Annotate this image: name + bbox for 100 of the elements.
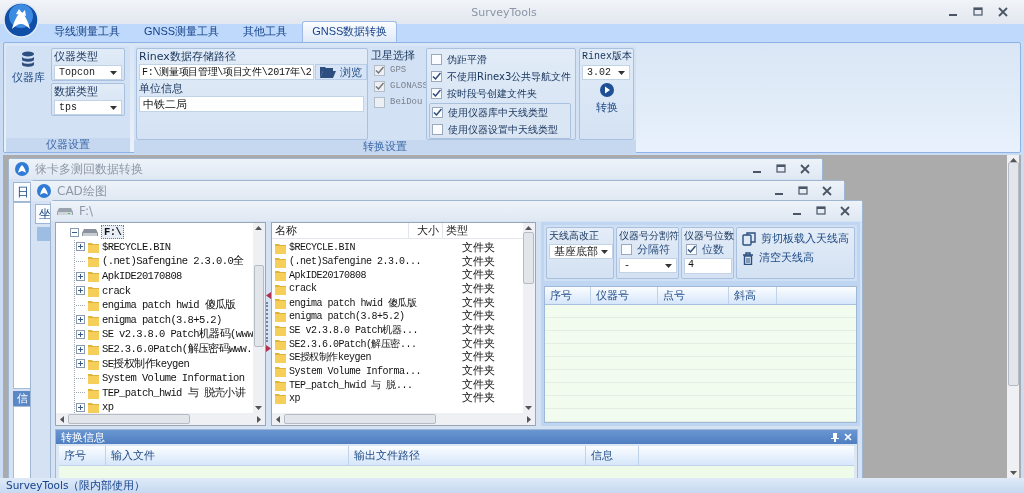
ribbon-tab[interactable]: 其他工具 bbox=[234, 22, 297, 42]
scroll-thumb[interactable] bbox=[1007, 162, 1019, 386]
tree-item[interactable]: xp bbox=[102, 401, 114, 413]
dropdown[interactable]: 3.02 bbox=[582, 65, 630, 80]
convert-button[interactable]: 转换 bbox=[582, 83, 631, 115]
tree-item[interactable]: TEP_patch_hwid 与 脱壳小讲 bbox=[102, 385, 246, 400]
file-name[interactable]: System Volume Informa... bbox=[288, 365, 421, 377]
tree-item[interactable]: engima patch hwid 傻瓜版 bbox=[102, 298, 236, 313]
file-name[interactable]: (.net)Safengine 2.3.0... bbox=[288, 256, 421, 268]
clear-button[interactable]: 清空天线高 bbox=[741, 250, 849, 266]
dropdown[interactable]: 基座底部 bbox=[548, 244, 613, 259]
checkbox-option[interactable]: 使用仪器库中天线类型 bbox=[430, 104, 570, 121]
checkbox[interactable] bbox=[431, 88, 442, 99]
file-name[interactable]: TEP_patch_hwid 与 脱... bbox=[288, 377, 413, 392]
ribbon-tab[interactable]: GNSS数据转换 bbox=[302, 21, 398, 42]
tree-item[interactable]: $RECYCLE.BIN bbox=[102, 240, 171, 253]
splitter-arrow-icon[interactable] bbox=[265, 345, 271, 352]
checkbox[interactable] bbox=[620, 244, 632, 255]
instrument-library-button[interactable]: 仪器库 bbox=[8, 48, 48, 89]
dropdown[interactable]: Topcon bbox=[54, 65, 122, 80]
scroll-up-icon[interactable] bbox=[255, 226, 263, 230]
expand-icon[interactable] bbox=[76, 359, 85, 369]
tree-item[interactable]: (.net)Safengine 2.3.0.0全 bbox=[102, 254, 244, 269]
scroll-left-icon[interactable] bbox=[60, 415, 64, 423]
text-field[interactable]: 4 bbox=[683, 258, 732, 274]
tree-item[interactable]: SE v2.3.8.0 Patch机器码(www bbox=[102, 327, 253, 342]
scroll-down-icon[interactable] bbox=[1009, 471, 1017, 475]
tree-item[interactable]: ApkIDE20170808 bbox=[102, 270, 182, 283]
expand-icon[interactable] bbox=[76, 344, 85, 354]
file-name[interactable]: enigma patch(3.8+5.2) bbox=[288, 310, 405, 322]
column-header[interactable]: 仪器号 bbox=[590, 287, 658, 304]
checkbox[interactable] bbox=[431, 54, 442, 65]
scroll-thumb[interactable] bbox=[253, 265, 264, 347]
vertical-scrollbar[interactable] bbox=[1007, 155, 1019, 478]
column-header[interactable]: 输入文件 bbox=[106, 446, 349, 465]
scroll-up-icon[interactable] bbox=[525, 226, 533, 230]
scroll-right-icon[interactable] bbox=[256, 415, 261, 423]
column-header[interactable]: 点号 bbox=[657, 287, 729, 304]
vertical-scrollbar[interactable] bbox=[252, 223, 265, 413]
close-icon[interactable] bbox=[840, 206, 850, 216]
expand-icon[interactable] bbox=[76, 286, 85, 296]
checkbox[interactable] bbox=[432, 107, 443, 118]
vertical-scrollbar[interactable] bbox=[522, 223, 535, 413]
file-name[interactable]: SE2.3.6.0Patch(解压密... bbox=[288, 336, 417, 351]
checkbox[interactable] bbox=[431, 71, 442, 82]
tree-item[interactable]: enigma patch(3.8+5.2) bbox=[102, 313, 222, 326]
ribbon-tab[interactable]: GNSS测量工具 bbox=[135, 22, 229, 42]
dropdown[interactable]: tps bbox=[54, 100, 122, 115]
column-header[interactable]: 序号 bbox=[544, 287, 591, 304]
column-header[interactable]: 斜高 bbox=[728, 287, 777, 304]
column-header[interactable]: 信息 bbox=[586, 446, 639, 465]
tree-item[interactable]: SE2.3.6.0Patch(解压密码www. bbox=[102, 342, 252, 357]
file-name[interactable]: xp bbox=[288, 392, 300, 404]
checkbox[interactable] bbox=[685, 244, 697, 255]
maximize-icon[interactable] bbox=[798, 186, 808, 196]
scroll-right-icon[interactable] bbox=[526, 415, 531, 423]
maximize-icon[interactable] bbox=[776, 164, 786, 174]
checkbox[interactable] bbox=[432, 124, 443, 135]
file-name[interactable]: SE授权制作keygen bbox=[288, 350, 371, 365]
scroll-thumb[interactable] bbox=[68, 414, 190, 424]
expand-icon[interactable] bbox=[76, 271, 85, 281]
dropdown[interactable]: - bbox=[618, 258, 677, 273]
pin-icon[interactable] bbox=[831, 432, 839, 442]
horizontal-scrollbar[interactable] bbox=[56, 413, 265, 425]
splitter-arrow-icon[interactable] bbox=[265, 292, 271, 299]
expand-icon[interactable] bbox=[76, 329, 85, 339]
file-name[interactable]: engima patch hwid 傻瓜版 bbox=[288, 295, 417, 310]
text-field[interactable]: 中铁二局 bbox=[139, 96, 364, 112]
expand-icon[interactable] bbox=[76, 402, 85, 412]
expand-icon[interactable] bbox=[76, 242, 85, 252]
browse-button[interactable]: 浏览 bbox=[315, 64, 368, 80]
maximize-icon[interactable] bbox=[973, 7, 983, 17]
close-icon[interactable] bbox=[800, 164, 810, 174]
file-name[interactable]: crack bbox=[288, 283, 317, 295]
tree-item[interactable]: crack bbox=[102, 284, 131, 297]
tree-item[interactable]: System Volume Information bbox=[102, 372, 245, 385]
horizontal-scrollbar[interactable] bbox=[271, 413, 535, 425]
column-header[interactable]: 类型 bbox=[442, 223, 523, 238]
ribbon-tab[interactable]: 导线测量工具 bbox=[45, 22, 129, 42]
scroll-thumb[interactable] bbox=[523, 232, 535, 284]
file-name[interactable]: $RECYCLE.BIN bbox=[288, 242, 355, 254]
tree-item[interactable]: F:\ bbox=[101, 225, 125, 240]
checkbox-option[interactable]: 按时段号创建文件夹 bbox=[429, 85, 573, 102]
checkbox-option[interactable]: 伪距平滑 bbox=[429, 51, 573, 68]
file-name[interactable]: SE v2.3.8.0 Patch机器... bbox=[288, 322, 418, 337]
scroll-left-icon[interactable] bbox=[275, 415, 280, 423]
close-icon[interactable] bbox=[822, 186, 832, 196]
column-header[interactable]: 序号 bbox=[59, 446, 106, 465]
expand-icon[interactable] bbox=[76, 315, 85, 325]
checkbox-option[interactable]: 位数 bbox=[683, 242, 731, 257]
column-header[interactable]: 名称 bbox=[271, 223, 409, 238]
collapse-icon[interactable] bbox=[70, 227, 79, 237]
maximize-icon[interactable] bbox=[816, 206, 826, 216]
checkbox-option[interactable]: 使用仪器设置中天线类型 bbox=[430, 121, 570, 138]
scroll-thumb[interactable] bbox=[283, 414, 436, 424]
checkbox-option[interactable]: 不使用Rinex3公共导航文件 bbox=[429, 68, 573, 85]
file-name[interactable]: ApkIDE20170808 bbox=[288, 269, 366, 281]
checkbox-option[interactable]: 分隔符 bbox=[618, 242, 676, 257]
text-field[interactable]: F:\测量项目管理\项目文件\2017年\2 bbox=[139, 64, 315, 80]
tree-item[interactable]: SE授权制作keygen bbox=[102, 356, 190, 371]
